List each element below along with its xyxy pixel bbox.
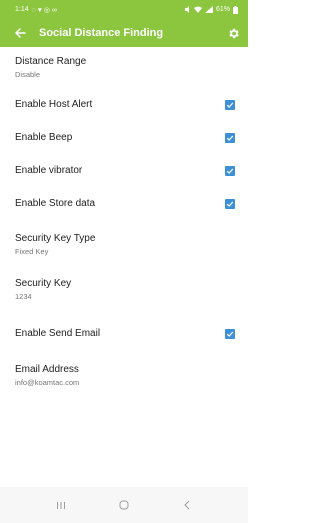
setting-title: Enable vibrator	[15, 164, 83, 176]
setting-text: Security Key Type Fixed Key	[15, 233, 235, 256]
wifi-icon	[193, 6, 202, 13]
battery-percent: 61%	[215, 6, 230, 13]
setting-title: Enable Host Alert	[15, 98, 93, 110]
mute-icon	[184, 6, 189, 13]
setting-text: Distance Range Disable	[15, 56, 235, 79]
setting-enable-store-data[interactable]: Enable Store data	[0, 187, 248, 220]
setting-title: Enable Beep	[15, 131, 73, 143]
setting-distance-range[interactable]: Distance Range Disable	[0, 47, 248, 88]
setting-title: Enable Store data	[15, 197, 96, 209]
status-time: 1:14	[15, 6, 29, 13]
setting-summary: info@koamtac.com	[15, 377, 80, 387]
setting-title: Security Key	[15, 277, 72, 289]
battery-icon	[233, 5, 238, 14]
back-nav-button[interactable]	[177, 495, 197, 515]
vibrator-checkbox[interactable]	[225, 165, 235, 176]
beep-checkbox[interactable]	[225, 132, 235, 143]
app-bar: Social Distance Finding	[0, 19, 248, 47]
setting-title: Email Address	[15, 363, 79, 375]
back-button[interactable]	[12, 25, 28, 41]
send-email-checkbox[interactable]	[225, 328, 235, 339]
settings-button[interactable]	[226, 26, 240, 40]
setting-security-key[interactable]: Security Key 1234	[0, 268, 248, 310]
setting-enable-vibrator[interactable]: Enable vibrator	[0, 154, 248, 187]
setting-email-address[interactable]: Email Address info@koamtac.com	[0, 353, 248, 397]
check-icon	[226, 102, 234, 108]
check-icon	[226, 135, 234, 141]
home-icon	[119, 500, 129, 510]
store-data-checkbox[interactable]	[225, 198, 235, 209]
setting-title: Distance Range	[15, 56, 87, 67]
home-button[interactable]	[114, 495, 134, 515]
setting-text: Enable Host Alert	[15, 99, 225, 111]
recent-apps-icon	[57, 501, 66, 509]
back-arrow-icon	[14, 28, 26, 38]
setting-enable-beep[interactable]: Enable Beep	[0, 121, 248, 154]
page-title: Social Distance Finding	[39, 27, 164, 39]
setting-title: Security Key Type	[15, 232, 96, 244]
check-icon	[226, 168, 234, 174]
setting-text: Security Key 1234	[15, 278, 235, 301]
navigation-bar	[0, 487, 248, 523]
setting-security-key-type[interactable]: Security Key Type Fixed Key	[0, 223, 248, 265]
back-chevron-icon	[183, 500, 189, 510]
status-bar: 1:14 ◌ ♥ ◎ ∞ 61%	[0, 0, 248, 19]
signal-icon	[204, 6, 213, 13]
setting-summary: 1234	[15, 291, 32, 301]
setting-summary: Fixed Key	[15, 246, 49, 256]
notification-icons: ◌ ♥ ◎ ∞	[31, 6, 57, 14]
check-icon	[226, 331, 234, 337]
setting-text: Email Address info@koamtac.com	[15, 364, 235, 387]
status-left: 1:14 ◌ ♥ ◎ ∞	[15, 6, 57, 14]
recent-apps-button[interactable]	[51, 495, 71, 515]
setting-enable-send-email[interactable]: Enable Send Email	[0, 317, 248, 350]
status-right: 61%	[184, 5, 238, 14]
setting-enable-host-alert[interactable]: Enable Host Alert	[0, 88, 248, 121]
setting-text: Enable Send Email	[15, 328, 225, 340]
setting-text: Enable Beep	[15, 132, 225, 144]
setting-title: Enable Send Email	[15, 327, 101, 339]
setting-summary: Disable	[15, 70, 41, 79]
host-alert-checkbox[interactable]	[225, 99, 235, 110]
check-icon	[226, 201, 234, 207]
setting-text: Enable vibrator	[15, 165, 225, 177]
settings-gear-icon	[228, 28, 239, 38]
setting-text: Enable Store data	[15, 198, 225, 210]
